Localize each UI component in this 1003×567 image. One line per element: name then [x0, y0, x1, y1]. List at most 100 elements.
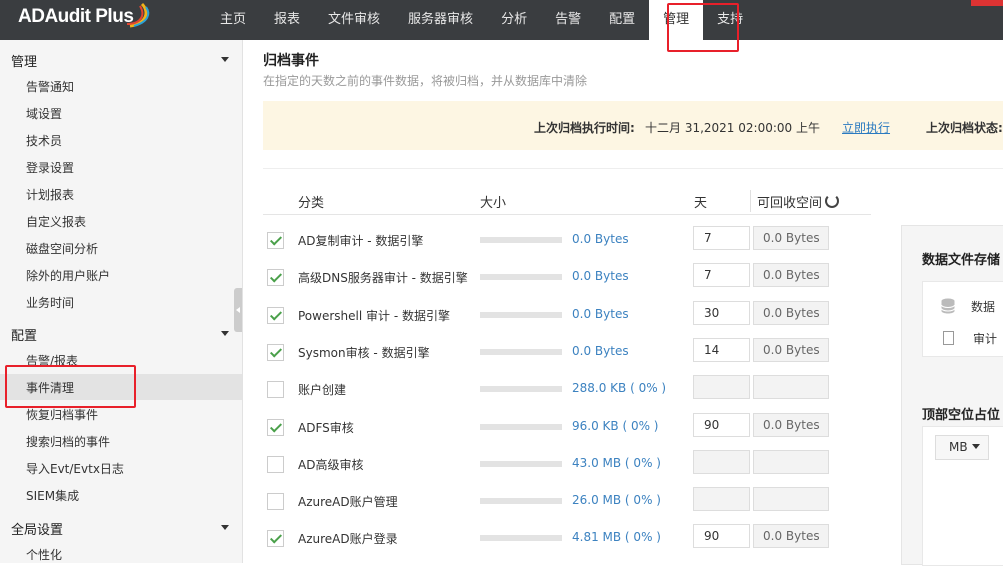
highlight-box-nav-admin [667, 3, 739, 52]
days-input[interactable]: 30 [693, 300, 750, 325]
sidebar-item[interactable]: 计划报表 [0, 181, 242, 207]
sidebar-item[interactable]: 磁盘空间分析 [0, 235, 242, 261]
row-size: 96.0 KB ( 0% ) [572, 418, 659, 433]
nav-file-audit[interactable]: 文件审核 [314, 0, 394, 40]
storage-panel: 数据文件存储 数据 审计 顶部空位占位 MB [901, 225, 1003, 566]
table-row: Sysmon审核 - 数据引擎 0.0 Bytes 14 0.0 Bytes [263, 332, 873, 369]
row-category: 账户创建 [298, 383, 347, 398]
nav-alerts[interactable]: 告警 [541, 0, 595, 40]
sidebar-item-label: 业务时间 [26, 296, 75, 310]
sidebar-item[interactable]: 自定义报表 [0, 208, 242, 234]
days-input[interactable]: 90 [693, 524, 750, 549]
storage-data-label: 数据 [971, 300, 996, 314]
row-checkbox[interactable] [267, 232, 284, 249]
size-bar [480, 274, 562, 281]
sidebar-item-label: 磁盘空间分析 [26, 242, 99, 256]
sidebar: 管理 告警通知 域设置 技术员 登录设置 计划报表 自定义报表 磁盘空间分析 除… [0, 40, 243, 563]
row-checkbox[interactable] [267, 269, 284, 287]
app-logo[interactable]: ADAudit Plus [18, 2, 150, 28]
sidebar-item-label: SIEM集成 [26, 489, 80, 503]
row-checkbox[interactable] [267, 530, 284, 548]
main-content: 归档事件 在指定的天数之前的事件数据，将被归档，并从数据库中清除 上次归档执行时… [243, 40, 1003, 566]
reclaimable-space [753, 487, 829, 512]
header-divider [263, 214, 871, 215]
sidebar-item-label: 个性化 [26, 548, 63, 562]
sidebar-item-label: 导入Evt/Evtx日志 [26, 462, 124, 476]
row-category: AzureAD账户管理 [298, 495, 398, 510]
days-input[interactable] [693, 375, 750, 400]
sidebar-item[interactable]: 搜索归档的事件 [0, 428, 242, 454]
table-row: AD高级审核 43.0 MB ( 0% ) [263, 444, 873, 481]
nav-home[interactable]: 主页 [206, 0, 260, 40]
reclaimable-space [753, 375, 829, 400]
table-row: AzureAD账户登录 4.81 MB ( 0% ) 90 0.0 Bytes [263, 518, 873, 555]
days-input[interactable] [693, 449, 750, 474]
row-checkbox[interactable] [267, 343, 284, 361]
size-bar [480, 386, 562, 393]
reclaimable-space: 0.0 Bytes [753, 300, 829, 325]
days-input[interactable]: 7 [693, 263, 750, 288]
sidebar-collapse-handle[interactable] [234, 288, 242, 332]
last-status-label: 上次归档状态: [926, 121, 1003, 135]
nav-server-audit[interactable]: 服务器审核 [394, 0, 487, 40]
row-checkbox[interactable] [267, 306, 284, 324]
run-now-link[interactable]: 立即执行 [842, 119, 890, 136]
reclaimable-space: 0.0 Bytes [753, 524, 829, 549]
sidebar-section-config[interactable]: 配置 [0, 320, 242, 346]
sidebar-item[interactable]: 技术员 [0, 127, 242, 153]
top-bar: ADAudit Plus 主页 报表 文件审核 服务器审核 分析 告警 配置 管… [0, 0, 1003, 40]
chevron-down-icon [221, 57, 229, 62]
top-space-title: 顶部空位占位 [922, 408, 1001, 423]
days-input[interactable]: 14 [693, 337, 750, 362]
row-category: AD高级审核 [298, 457, 364, 472]
unit-dropdown[interactable]: MB [935, 435, 989, 460]
sidebar-item-label: 计划报表 [26, 188, 75, 202]
sidebar-item[interactable]: 登录设置 [0, 154, 242, 180]
days-input[interactable]: 7 [693, 226, 750, 250]
sidebar-item[interactable]: SIEM集成 [0, 482, 242, 508]
row-checkbox[interactable] [267, 381, 284, 399]
divider [263, 168, 1003, 169]
nav-analytics[interactable]: 分析 [487, 0, 541, 40]
nav-reports[interactable]: 报表 [260, 0, 314, 40]
size-bar [480, 311, 562, 318]
days-input[interactable] [693, 487, 750, 512]
days-input[interactable]: 90 [693, 412, 750, 437]
storage-audit-label: 审计 [973, 332, 998, 346]
last-run-value: 十二月 31,2021 02:00:00 上午 [645, 121, 820, 135]
page-title: 归档事件 [263, 53, 319, 69]
database-icon [941, 298, 955, 314]
sidebar-section-admin[interactable]: 管理 [0, 46, 242, 72]
table-row: Powershell 审计 - 数据引擎 0.0 Bytes 30 0.0 Bytes [263, 295, 873, 332]
refresh-icon[interactable] [825, 194, 840, 208]
row-checkbox[interactable] [267, 493, 284, 511]
sidebar-item-label: 登录设置 [26, 161, 75, 175]
row-size: 26.0 MB ( 0% ) [572, 493, 661, 508]
table-row: ADFS审核 96.0 KB ( 0% ) 90 0.0 Bytes [263, 407, 873, 444]
sidebar-item[interactable]: 域设置 [0, 100, 242, 126]
sidebar-item[interactable]: 业务时间 [0, 289, 242, 315]
column-header-reclaimable: 可回收空间 [757, 192, 840, 211]
row-size: 0.0 Bytes [572, 232, 629, 246]
sidebar-item-label: 自定义报表 [26, 215, 87, 229]
unit-dropdown-value: MB [949, 440, 968, 454]
chevron-down-icon [971, 444, 980, 449]
row-checkbox[interactable] [267, 418, 284, 436]
row-checkbox[interactable] [267, 455, 284, 473]
row-size: 288.0 KB ( 0% ) [572, 381, 667, 396]
sidebar-item[interactable]: 告警通知 [0, 73, 242, 99]
sidebar-item-label: 搜索归档的事件 [26, 435, 111, 449]
storage-details-box: 数据 审计 [922, 281, 1003, 357]
sidebar-item[interactable]: 除外的用户账户 [0, 262, 242, 288]
sidebar-section-global[interactable]: 全局设置 [0, 514, 242, 540]
nav-configuration[interactable]: 配置 [595, 0, 649, 40]
reclaimable-space [753, 449, 829, 474]
sidebar-section-title: 全局设置 [11, 523, 64, 538]
row-category: AzureAD账户登录 [298, 532, 398, 547]
sidebar-item-label: 告警通知 [26, 80, 75, 94]
sidebar-section-title: 配置 [11, 329, 38, 344]
archive-status-banner: 上次归档执行时间: 十二月 31,2021 02:00:00 上午 立即执行 上… [263, 101, 1003, 150]
sidebar-item[interactable]: 导入Evt/Evtx日志 [0, 455, 242, 481]
logo-swoosh-icon [126, 2, 150, 28]
sidebar-item[interactable]: 个性化 [0, 541, 242, 567]
